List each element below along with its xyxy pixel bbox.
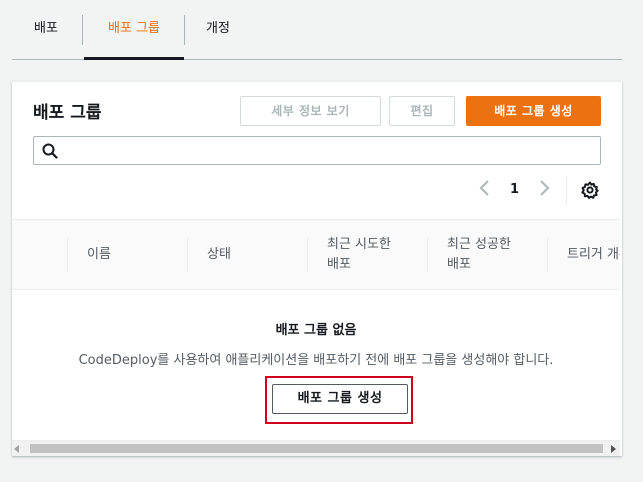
scroll-right-arrow-icon[interactable]	[611, 445, 616, 453]
chevron-left-icon[interactable]	[478, 178, 492, 198]
tab-bar: 배포 배포 그룹 개정	[12, 0, 622, 60]
search-input[interactable]	[33, 136, 601, 165]
tab-divider	[184, 15, 185, 45]
search-icon	[42, 143, 58, 159]
column-header-last-attempted[interactable]: 최근 시도한 배포	[307, 220, 427, 289]
create-deployment-group-button[interactable]: 배포 그룹 생성	[466, 96, 601, 126]
scrollbar-thumb[interactable]	[30, 444, 603, 453]
column-header-last-succeeded[interactable]: 최근 성공한 배포	[427, 220, 547, 289]
empty-state-title: 배포 그룹 없음	[275, 323, 357, 338]
table-header: 이름 상태 최근 시도한 배포 최근 성공한 배포 트리거 개수	[12, 219, 620, 290]
current-page-number[interactable]: 1	[510, 182, 519, 197]
gear-icon[interactable]	[581, 181, 599, 199]
pagination-divider	[566, 177, 567, 205]
tab-deployments[interactable]: 배포	[34, 0, 58, 59]
horizontal-scrollbar[interactable]	[12, 440, 620, 456]
empty-state-description: CodeDeploy를 사용하여 애플리케이션을 배포하기 전에 배포 그룹을 …	[78, 353, 554, 368]
tab-revisions[interactable]: 개정	[206, 0, 230, 59]
column-header-name[interactable]: 이름	[67, 220, 187, 289]
tab-divider	[82, 15, 83, 45]
view-details-button[interactable]: 세부 정보 보기	[240, 96, 381, 126]
panel-title: 배포 그룹	[33, 103, 102, 123]
column-header-trigger-count[interactable]: 트리거 개수	[547, 220, 620, 289]
column-header-status[interactable]: 상태	[187, 220, 307, 289]
empty-state-create-button[interactable]: 배포 그룹 생성	[272, 384, 408, 414]
scroll-left-arrow-icon[interactable]	[14, 445, 19, 453]
deployment-groups-panel: 배포 그룹 세부 정보 보기 편집 배포 그룹 생성 1 이름 상태 최근 시도…	[12, 81, 622, 456]
chevron-right-icon[interactable]	[537, 178, 551, 198]
edit-button[interactable]: 편집	[389, 96, 455, 126]
tab-deployment-groups[interactable]: 배포 그룹	[84, 0, 184, 60]
